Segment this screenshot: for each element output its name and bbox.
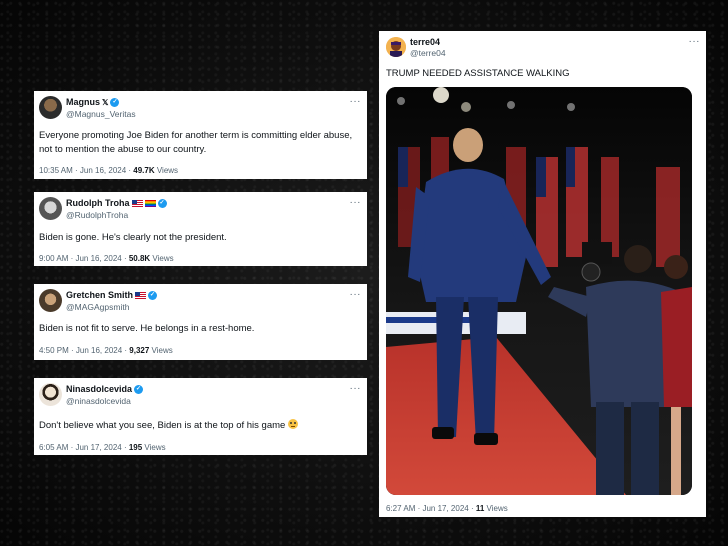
verified-badge-icon: ✓ — [157, 198, 167, 208]
avatar[interactable] — [386, 37, 406, 57]
tweet-card-rudolph[interactable]: Rudolph Troha ✓ @RudolphTroha ··· Biden … — [34, 192, 367, 266]
handle[interactable]: @MAGAgpsmith — [66, 302, 129, 312]
display-name[interactable]: Gretchen Smith — [66, 290, 133, 300]
avatar[interactable] — [39, 289, 62, 312]
us-flag-icon — [131, 199, 143, 207]
timestamp[interactable]: 9:00 AM · Jun 16, 2024 · — [39, 254, 129, 263]
tweet-card-ninasdolcevida[interactable]: Ninasdolcevida ✓ @ninasdolcevida ··· Don… — [34, 378, 367, 455]
more-options-icon[interactable]: ··· — [350, 197, 362, 208]
more-options-icon[interactable]: ··· — [689, 36, 701, 47]
verified-badge-icon: ✓ — [110, 97, 120, 107]
tweet-meta: 6:27 AM · Jun 17, 2024 · 11 Views — [386, 504, 508, 513]
tweet-card-terre04[interactable]: terre04 @terre04 ··· TRUMP NEEDED ASSIST… — [379, 31, 706, 517]
view-count: 50.8K — [128, 254, 151, 263]
more-options-icon[interactable]: ··· — [350, 289, 362, 300]
flushed-face-emoji-icon — [287, 419, 298, 429]
tweet-meta: 9:00 AM · Jun 16, 2024 · 50.8K Views — [39, 254, 174, 263]
tweet-text: Biden is gone. He's clearly not the pres… — [39, 232, 227, 243]
timestamp[interactable]: 6:05 AM · Jun 17, 2024 · — [39, 443, 129, 452]
tweet-photo[interactable] — [386, 87, 692, 495]
display-name[interactable]: Magnus — [66, 97, 100, 107]
tweet-text: Everyone promoting Joe Biden for another… — [39, 130, 353, 155]
handle[interactable]: @terre04 — [410, 48, 446, 58]
display-name[interactable]: Ninasdolcevida — [66, 384, 132, 394]
tweet-text: Biden is not fit to serve. He belongs in… — [39, 323, 255, 334]
tweet-card-gretchen[interactable]: Gretchen Smith ✓ @MAGAgpsmith ··· Biden … — [34, 284, 367, 360]
x-logo-icon: 𝕏 — [102, 97, 109, 107]
rainbow-flag-icon — [144, 199, 156, 207]
display-name[interactable]: terre04 — [410, 37, 440, 47]
tweet-meta: 4:50 PM · Jun 16, 2024 · 9,327 Views — [39, 346, 173, 355]
tweet-meta: 6:05 AM · Jun 17, 2024 · 195 Views — [39, 443, 166, 452]
view-count: 9,327 — [129, 346, 150, 355]
verified-badge-icon: ✓ — [134, 384, 144, 394]
us-flag-icon — [135, 291, 147, 299]
views-label: Views — [149, 346, 173, 355]
tweet-meta: 10:35 AM · Jun 16, 2024 · 49.7K Views — [39, 166, 178, 175]
avatar[interactable] — [39, 96, 62, 119]
views-label: Views — [484, 504, 508, 513]
timestamp[interactable]: 6:27 AM · Jun 17, 2024 · — [386, 504, 476, 513]
views-label: Views — [142, 443, 166, 452]
timestamp[interactable]: 4:50 PM · Jun 16, 2024 · — [39, 346, 129, 355]
avatar[interactable] — [39, 197, 62, 220]
views-label: Views — [154, 166, 179, 175]
handle[interactable]: @RudolphTroha — [66, 210, 128, 220]
timestamp[interactable]: 10:35 AM · Jun 16, 2024 · — [39, 166, 133, 175]
view-count: 195 — [128, 443, 143, 452]
display-name[interactable]: Rudolph Troha — [66, 198, 130, 208]
view-count: 49.7K — [133, 166, 155, 175]
tweet-text: TRUMP NEEDED ASSISTANCE WALKING — [386, 68, 570, 79]
views-label: Views — [150, 254, 174, 263]
handle[interactable]: @Magnus_Veritas — [66, 109, 136, 119]
tweet-card-magnus[interactable]: Magnus 𝕏 ✓ @Magnus_Veritas ··· Everyone … — [34, 91, 367, 179]
handle[interactable]: @ninasdolcevida — [66, 396, 131, 406]
tweet-text: Don't believe what you see, Biden is at … — [39, 420, 286, 431]
more-options-icon[interactable]: ··· — [350, 96, 362, 107]
avatar[interactable] — [39, 383, 62, 406]
verified-badge-icon: ✓ — [148, 290, 158, 300]
more-options-icon[interactable]: ··· — [350, 383, 362, 394]
